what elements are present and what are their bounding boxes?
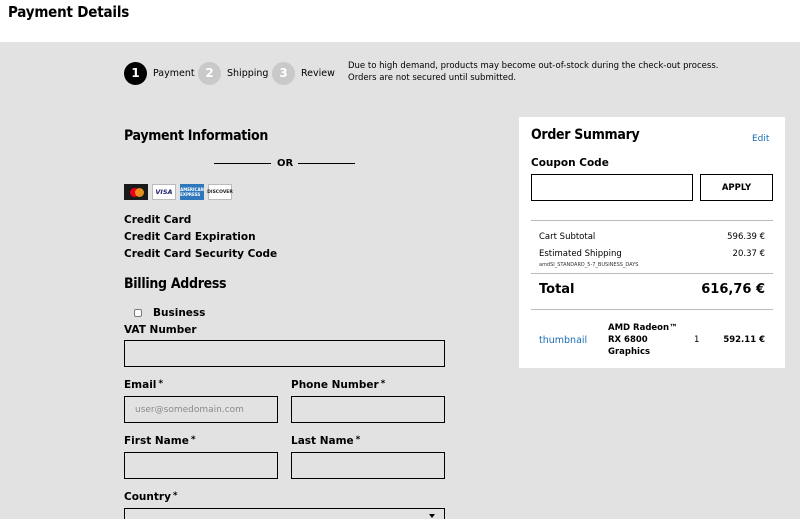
shipping-row: Estimated Shipping 20.37 € <box>539 249 765 259</box>
order-summary-heading: Order Summary <box>531 127 640 143</box>
last-name-label: Last Name * <box>291 435 361 447</box>
apply-button[interactable]: APPLY <box>700 174 773 201</box>
business-checkbox[interactable] <box>134 309 142 317</box>
country-select[interactable] <box>124 508 445 519</box>
shipping-value: 20.37 € <box>732 249 765 259</box>
mastercard-icon <box>124 184 148 200</box>
country-label: Country * <box>124 491 178 503</box>
email-label: Email * <box>124 379 164 391</box>
credit-card-expiration-field[interactable]: Credit Card Expiration <box>124 231 256 243</box>
edit-link[interactable]: Edit <box>752 134 769 144</box>
step-label: Review <box>301 67 335 79</box>
or-separator: OR <box>277 158 294 169</box>
amex-icon: AMERICAN EXPRESS <box>180 184 204 200</box>
step-label: Shipping <box>227 67 269 79</box>
business-label: Business <box>153 307 206 319</box>
page-title: Payment Details <box>8 3 130 21</box>
visa-icon: VISA <box>152 184 176 200</box>
step-number: 1 <box>124 61 147 85</box>
divider-right <box>298 163 355 164</box>
vat-input[interactable] <box>124 340 445 367</box>
first-name-input[interactable] <box>124 452 278 479</box>
shipping-label: Estimated Shipping <box>539 249 622 259</box>
credit-card-field[interactable]: Credit Card <box>124 214 191 226</box>
step-review[interactable]: 3 Review <box>272 61 335 85</box>
page-header: Payment Details <box>0 0 800 42</box>
payment-heading: Payment Information <box>124 128 269 144</box>
discover-icon: DISCOVER <box>207 184 233 200</box>
divider <box>531 309 773 310</box>
stock-notice: Due to high demand, products may become … <box>348 61 719 83</box>
chevron-down-icon <box>429 514 435 518</box>
product-name: AMD Radeon™ RX 6800 Graphics <box>608 323 678 357</box>
step-payment[interactable]: 1 Payment <box>124 61 195 85</box>
vat-label: VAT Number <box>124 324 197 336</box>
order-summary-panel: Order Summary Edit Coupon Code APPLY Car… <box>519 117 785 368</box>
step-label: Payment <box>153 67 195 79</box>
step-number: 2 <box>198 61 221 85</box>
step-shipping[interactable]: 2 Shipping <box>198 61 268 85</box>
phone-label: Phone Number * <box>291 379 386 391</box>
email-input[interactable]: user@somedomain.com <box>124 396 278 423</box>
phone-input[interactable] <box>291 396 445 423</box>
credit-card-security-code-field[interactable]: Credit Card Security Code <box>124 248 277 260</box>
total-row: Total 616,76 € <box>539 282 765 297</box>
coupon-input[interactable] <box>531 174 693 201</box>
subtotal-value: 596.39 € <box>727 232 765 242</box>
product-qty: 1 <box>694 335 700 345</box>
first-name-label: First Name * <box>124 435 196 447</box>
shipping-method: amdSI_STANDARD_5-7_BUSINESS_DAYS <box>539 262 639 268</box>
subtotal-row: Cart Subtotal 596.39 € <box>539 232 765 242</box>
product-price: 592.11 € <box>723 335 765 345</box>
divider <box>531 273 773 274</box>
divider <box>531 220 773 221</box>
total-value: 616,76 € <box>701 282 765 297</box>
last-name-input[interactable] <box>291 452 445 479</box>
product-thumbnail[interactable]: thumbnail <box>539 335 587 346</box>
billing-heading: Billing Address <box>124 276 227 292</box>
card-logos: VISA AMERICAN EXPRESS DISCOVER <box>124 184 233 200</box>
total-label: Total <box>539 282 575 297</box>
divider-left <box>214 163 271 164</box>
coupon-label: Coupon Code <box>531 157 609 169</box>
step-number: 3 <box>272 61 295 85</box>
subtotal-label: Cart Subtotal <box>539 232 596 242</box>
